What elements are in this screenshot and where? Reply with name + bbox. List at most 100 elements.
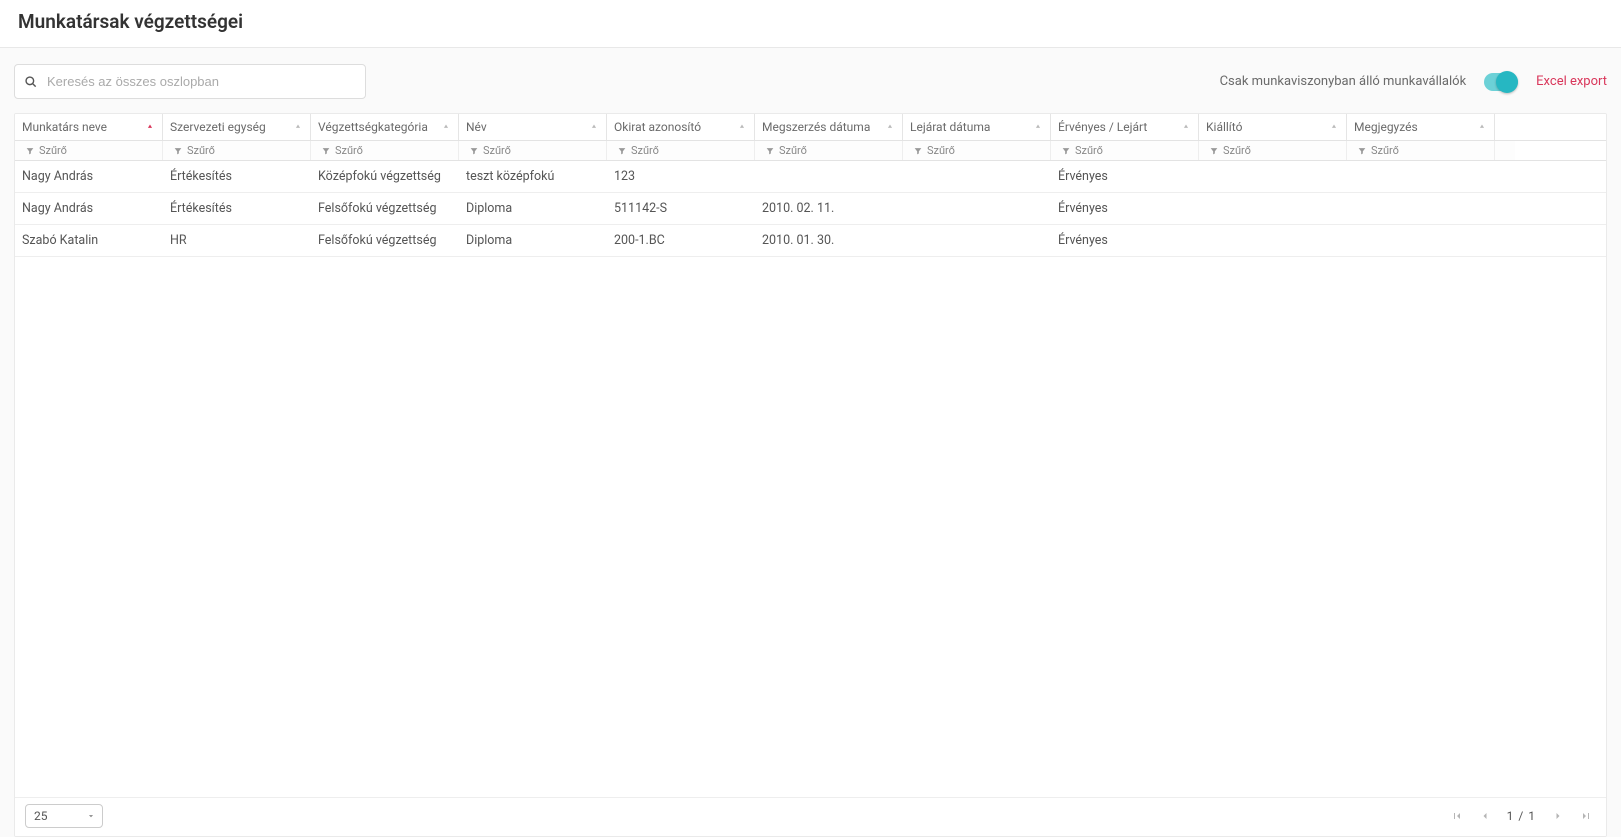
sort-asc-icon	[589, 122, 599, 132]
cell-note	[1347, 193, 1495, 224]
filter-icon	[1061, 146, 1071, 156]
cell-name: Nagy András	[15, 193, 163, 224]
column-header-label: Név	[466, 120, 487, 134]
column-header-label: Megjegyzés	[1354, 120, 1418, 134]
grid-filter-row: SzűrőSzűrőSzűrőSzűrőSzűrőSzűrőSzűrőSzűrő…	[15, 141, 1606, 161]
cell-issuer	[1199, 193, 1347, 224]
cell-issuer	[1199, 161, 1347, 192]
column-filter-category[interactable]: Szűrő	[311, 141, 459, 160]
column-header-label: Okirat azonosító	[614, 120, 701, 134]
cell-name: Nagy András	[15, 161, 163, 192]
cell-qname: teszt középfokú	[459, 161, 607, 192]
cell-expires	[903, 161, 1051, 192]
cell-qname: Diploma	[459, 225, 607, 256]
pager-prev-button[interactable]	[1475, 808, 1495, 824]
sort-asc-icon	[885, 122, 895, 132]
column-header-issuer[interactable]: Kiállító	[1199, 114, 1347, 140]
search-input[interactable]	[14, 64, 366, 99]
column-header-label: Lejárat dátuma	[910, 120, 990, 134]
column-header-label: Kiállító	[1206, 120, 1242, 134]
filter-label: Szűrő	[483, 144, 511, 157]
cell-orgunit: Értékesítés	[163, 161, 311, 192]
grid-header: Munkatárs neve Szervezeti egység Végzettsé…	[15, 114, 1606, 141]
column-header-orgunit[interactable]: Szervezeti egység	[163, 114, 311, 140]
column-filter-qname[interactable]: Szűrő	[459, 141, 607, 160]
filter-icon	[173, 146, 183, 156]
cell-expires	[903, 193, 1051, 224]
filter-icon	[1209, 146, 1219, 156]
toggle-knob	[1496, 71, 1518, 93]
column-filter-docid[interactable]: Szűrő	[607, 141, 755, 160]
cell-validity: Érvényes	[1051, 193, 1199, 224]
column-header-acquired[interactable]: Megszerzés dátuma	[755, 114, 903, 140]
column-header-validity[interactable]: Érvényes / Lejárt	[1051, 114, 1199, 140]
filter-icon	[765, 146, 775, 156]
column-filter-validity[interactable]: Szűrő	[1051, 141, 1199, 160]
column-filter-name[interactable]: Szűrő	[15, 141, 163, 160]
cell-acquired: 2010. 01. 30.	[755, 225, 903, 256]
toggle-label: Csak munkaviszonyban álló munkavállalók	[1220, 74, 1467, 89]
cell-note	[1347, 225, 1495, 256]
sort-asc-icon	[1033, 122, 1043, 132]
cell-category: Felsőfokú végzettség	[311, 225, 459, 256]
filter-label: Szűrő	[1223, 144, 1251, 157]
toolbar: Csak munkaviszonyban álló munkavállalók …	[14, 64, 1607, 99]
pager-next-button[interactable]	[1548, 808, 1568, 824]
excel-export-link[interactable]: Excel export	[1536, 74, 1607, 89]
filter-label: Szűrő	[187, 144, 215, 157]
sort-asc-icon	[293, 122, 303, 132]
table-row[interactable]: Nagy AndrásÉrtékesítésKözépfokú végzetts…	[15, 161, 1606, 193]
data-grid: Munkatárs neve Szervezeti egység Végzettsé…	[14, 113, 1607, 837]
column-header-category[interactable]: Végzettségkategória	[311, 114, 459, 140]
filter-label: Szűrő	[1371, 144, 1399, 157]
cell-docid: 123	[607, 161, 755, 192]
sort-asc-icon	[1329, 122, 1339, 132]
filter-icon	[321, 146, 331, 156]
column-filter-acquired[interactable]: Szűrő	[755, 141, 903, 160]
filter-icon	[617, 146, 627, 156]
cell-issuer	[1199, 225, 1347, 256]
filter-label: Szűrő	[39, 144, 67, 157]
filter-icon	[25, 146, 35, 156]
column-filter-note[interactable]: Szűrő	[1347, 141, 1495, 160]
column-header-docid[interactable]: Okirat azonosító	[607, 114, 755, 140]
column-header-note[interactable]: Megjegyzés	[1347, 114, 1495, 140]
table-row[interactable]: Szabó KatalinHRFelsőfokú végzettségDiplo…	[15, 225, 1606, 257]
pager-first-button[interactable]	[1447, 808, 1467, 824]
sort-asc-icon	[145, 122, 155, 132]
sort-asc-icon	[1477, 122, 1487, 132]
filter-label: Szűrő	[631, 144, 659, 157]
table-row[interactable]: Nagy AndrásÉrtékesítésFelsőfokú végzetts…	[15, 193, 1606, 225]
column-header-label: Munkatárs neve	[22, 120, 107, 134]
chevron-down-icon	[86, 811, 96, 821]
pager-info: 1 / 1	[1503, 809, 1540, 823]
column-header-label: Végzettségkategória	[318, 120, 428, 134]
cell-acquired	[755, 161, 903, 192]
column-header-name[interactable]: Munkatárs neve	[15, 114, 163, 140]
cell-orgunit: Értékesítés	[163, 193, 311, 224]
filter-label: Szűrő	[1075, 144, 1103, 157]
grid-body: Nagy AndrásÉrtékesítésKözépfokú végzetts…	[15, 161, 1606, 797]
cell-docid: 200-1.BC	[607, 225, 755, 256]
cell-note	[1347, 161, 1495, 192]
header-spacer	[1495, 114, 1511, 140]
column-header-expires[interactable]: Lejárat dátuma	[903, 114, 1051, 140]
row-spacer	[1495, 161, 1511, 192]
column-filter-issuer[interactable]: Szűrő	[1199, 141, 1347, 160]
active-only-toggle[interactable]	[1484, 73, 1518, 91]
filter-icon	[913, 146, 923, 156]
filter-icon	[469, 146, 479, 156]
column-header-qname[interactable]: Név	[459, 114, 607, 140]
page-size-value: 25	[34, 809, 48, 823]
pager-last-button[interactable]	[1576, 808, 1596, 824]
page-title: Munkatársak végzettségei	[18, 10, 1603, 33]
title-bar: Munkatársak végzettségei	[0, 0, 1621, 48]
column-filter-expires[interactable]: Szűrő	[903, 141, 1051, 160]
cell-qname: Diploma	[459, 193, 607, 224]
sort-asc-icon	[1181, 122, 1191, 132]
column-header-label: Szervezeti egység	[170, 120, 266, 134]
column-filter-orgunit[interactable]: Szűrő	[163, 141, 311, 160]
cell-category: Felsőfokú végzettség	[311, 193, 459, 224]
page-size-select[interactable]: 25	[25, 804, 103, 828]
cell-docid: 511142-S	[607, 193, 755, 224]
